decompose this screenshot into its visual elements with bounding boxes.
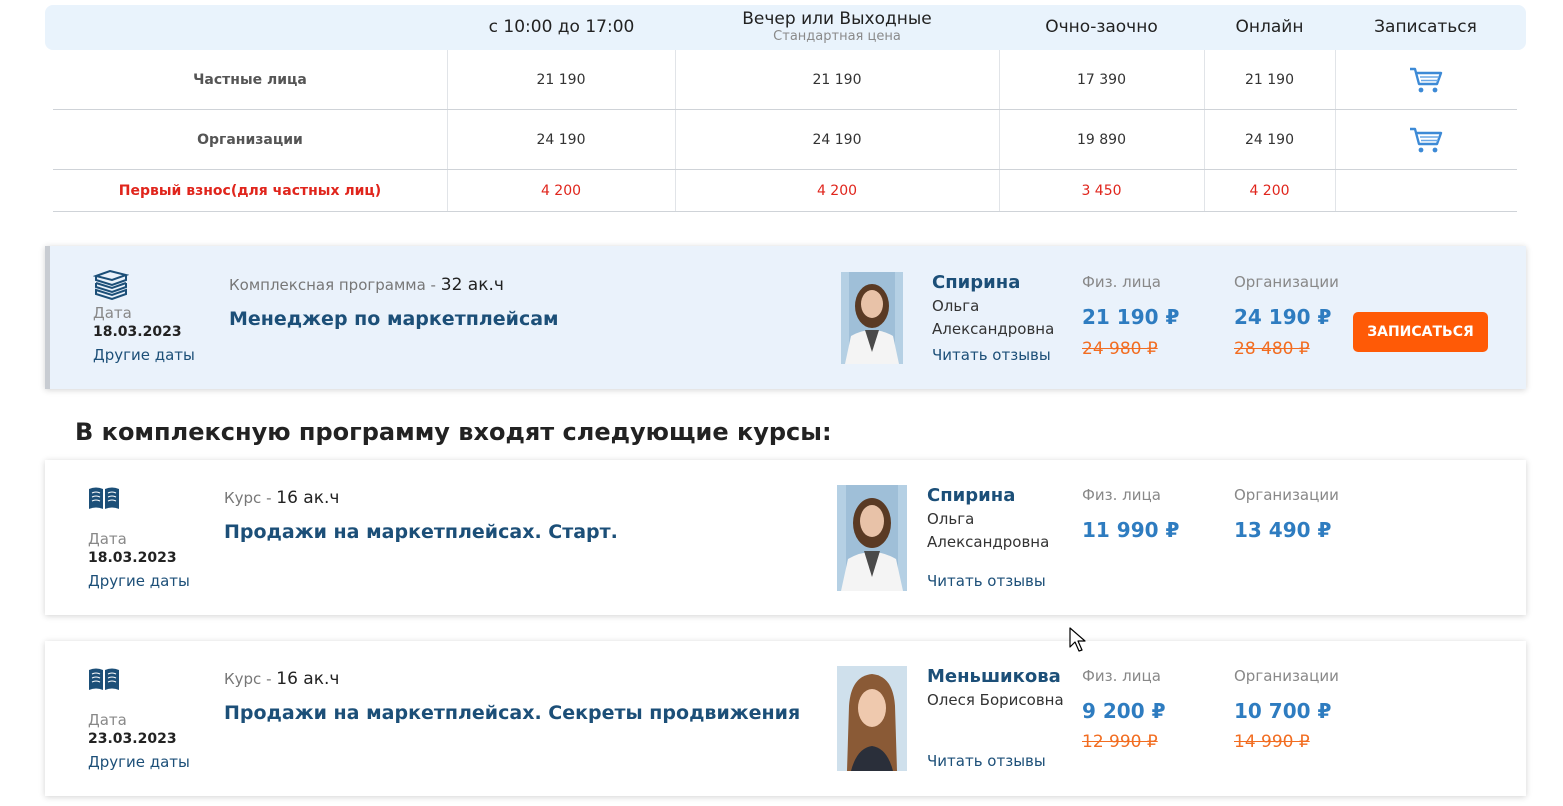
teacher-photo-image: [841, 272, 903, 364]
teacher-photo[interactable]: [841, 272, 903, 364]
open-book-icon: [89, 668, 119, 690]
price-cell: 21 190: [536, 71, 586, 88]
other-dates-link[interactable]: Другие даты: [93, 346, 195, 364]
price-individual: 11 990 ₽: [1082, 518, 1180, 542]
teacher-photo-image: [837, 485, 907, 591]
price-org-old: 14 990 ₽: [1234, 732, 1310, 752]
price-individual-old: 12 990 ₽: [1082, 732, 1158, 752]
header-online-label: Онлайн: [1235, 16, 1304, 37]
course-kind: Комплексная программа - 32 ак.ч: [229, 275, 504, 295]
row-label: Первый взнос(для частных лиц): [118, 182, 382, 199]
header-enroll: Записаться: [1335, 5, 1516, 50]
course-date: 23.03.2023: [88, 731, 177, 747]
price-cell: 3 450: [1081, 182, 1122, 199]
teacher-name: Ольга Александровна: [932, 297, 1055, 338]
course-hours: 32 ак.ч: [440, 275, 504, 295]
cart-button[interactable]: [1335, 110, 1517, 169]
date-label: Дата: [88, 530, 127, 548]
price-individual-label: Физ. лица: [1082, 273, 1161, 291]
price-org-label: Организации: [1234, 667, 1339, 685]
course-kind: Курс - 16 ак.ч: [224, 488, 339, 508]
course-date: 18.03.2023: [93, 324, 182, 340]
price-individual-old: 24 980 ₽: [1082, 339, 1158, 359]
other-dates-link[interactable]: Другие даты: [88, 753, 190, 771]
price-cell: 24 190: [812, 131, 862, 148]
price-cell: 24 190: [1245, 131, 1294, 148]
read-reviews-link[interactable]: Читать отзывы: [927, 572, 1046, 590]
teacher-surname[interactable]: Спирина: [932, 272, 1020, 293]
date-label: Дата: [88, 711, 127, 729]
price-cell: 4 200: [1249, 182, 1290, 199]
price-individual: 9 200 ₽: [1082, 699, 1166, 723]
price-individual-label: Физ. лица: [1082, 486, 1161, 504]
header-blended: Очно-заочно: [999, 5, 1204, 50]
table-row-organizations: Организации 24 190 24 190 19 890 24 190: [53, 110, 1517, 170]
course-title-link[interactable]: Продажи на маркетплейсах. Старт.: [224, 521, 618, 543]
books-stack-icon: [93, 270, 129, 300]
price-cell: 24 190: [536, 131, 586, 148]
mouse-cursor-icon: [1069, 627, 1086, 652]
course-title-link[interactable]: Продажи на маркетплейсах. Секреты продви…: [224, 702, 800, 724]
row-label: Частные лица: [193, 71, 307, 88]
teacher-photo[interactable]: [837, 485, 907, 591]
price-cell: 21 190: [1245, 71, 1294, 88]
cart-button[interactable]: [1335, 50, 1517, 109]
other-dates-link[interactable]: Другие даты: [88, 572, 190, 590]
price-org-label: Организации: [1234, 273, 1339, 291]
shopping-cart-icon: [1410, 127, 1443, 152]
course-date: 18.03.2023: [88, 550, 177, 566]
teacher-surname[interactable]: Спирина: [927, 485, 1015, 506]
course-card: Дата 18.03.2023 Другие даты Курс - 16 ак…: [45, 460, 1526, 615]
open-book-icon: [89, 487, 119, 509]
teacher-photo[interactable]: [837, 666, 907, 771]
teacher-name: Олеся Борисовна: [927, 691, 1064, 709]
header-evening-sublabel: Стандартная цена: [773, 29, 901, 45]
read-reviews-link[interactable]: Читать отзывы: [932, 346, 1051, 364]
course-card: Дата 23.03.2023 Другие даты Курс - 16 ак…: [45, 641, 1526, 796]
main-course-card: Дата 18.03.2023 Другие даты Комплексная …: [45, 246, 1526, 389]
header-enroll-label: Записаться: [1374, 16, 1477, 37]
header-blended-label: Очно-заочно: [1045, 16, 1158, 37]
teacher-photo-image: [837, 666, 907, 771]
teacher-name: Ольга Александровна: [927, 510, 1050, 551]
header-daytime: с 10:00 до 17:00: [448, 5, 675, 50]
course-kind-label: Курс -: [224, 489, 272, 507]
price-cell: 17 390: [1077, 71, 1126, 88]
price-org: 24 190 ₽: [1234, 305, 1332, 329]
price-cell: 21 190: [812, 71, 862, 88]
header-evening-label: Вечер или Выходные: [742, 9, 932, 30]
shopping-cart-icon: [1410, 67, 1443, 92]
course-kind-label: Комплексная программа -: [229, 276, 436, 294]
course-hours: 16 ак.ч: [276, 669, 340, 689]
header-evening: Вечер или Выходные Стандартная цена: [675, 5, 999, 50]
course-kind: Курс - 16 ак.ч: [224, 669, 339, 689]
date-label: Дата: [93, 304, 132, 322]
header-daytime-label: с 10:00 до 17:00: [488, 16, 635, 37]
enroll-button[interactable]: ЗАПИСАТЬСЯ: [1353, 312, 1488, 352]
row-label: Организации: [197, 131, 303, 148]
price-individual-label: Физ. лица: [1082, 667, 1161, 685]
price-org-old: 28 480 ₽: [1234, 339, 1310, 359]
table-row-individuals: Частные лица 21 190 21 190 17 390 21 190: [53, 50, 1517, 110]
section-title: В комплексную программу входят следующие…: [75, 418, 832, 446]
price-individual: 21 190 ₽: [1082, 305, 1180, 329]
price-org-label: Организации: [1234, 486, 1339, 504]
price-org: 10 700 ₽: [1234, 699, 1332, 723]
price-org: 13 490 ₽: [1234, 518, 1332, 542]
price-cell: 4 200: [816, 182, 858, 199]
course-hours: 16 ак.ч: [276, 488, 340, 508]
teacher-surname[interactable]: Меньшикова: [927, 666, 1061, 687]
table-row-first-payment: Первый взнос(для частных лиц) 4 200 4 20…: [53, 170, 1517, 212]
price-table-header: с 10:00 до 17:00 Вечер или Выходные Стан…: [45, 5, 1526, 50]
price-cell: 19 890: [1077, 131, 1126, 148]
course-kind-label: Курс -: [224, 670, 272, 688]
read-reviews-link[interactable]: Читать отзывы: [927, 752, 1046, 770]
course-title-link[interactable]: Менеджер по маркетплейсам: [229, 308, 559, 330]
price-cell: 4 200: [540, 182, 582, 199]
header-online: Онлайн: [1204, 5, 1335, 50]
